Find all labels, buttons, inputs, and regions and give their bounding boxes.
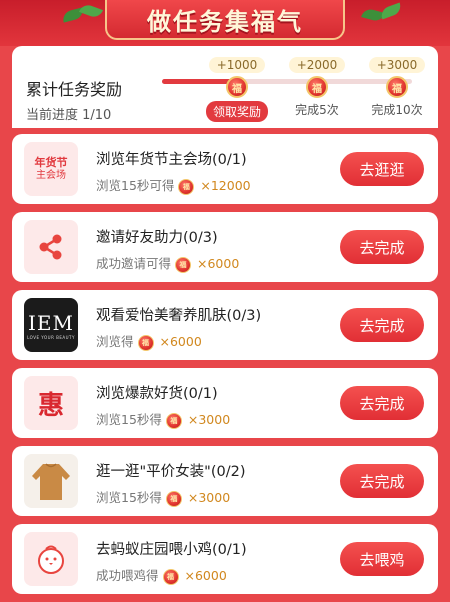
reward-text: 浏览得 <box>96 334 134 349</box>
sweater-image <box>24 454 78 508</box>
task-reward: 浏览得 福 ×6000 <box>96 331 202 351</box>
task-list: 年货节 主会场 浏览年货节主会场(0/1) 浏览15秒可得 福 ×12000 去… <box>12 134 438 602</box>
fu-coin-icon: 福 <box>137 334 154 351</box>
reward-amount: ×6000 <box>196 256 240 271</box>
milestone-2: +2000 福 完成5次 <box>282 54 352 118</box>
complete-button[interactable]: 去完成 <box>340 464 424 498</box>
browse-button[interactable]: 去逛逛 <box>340 152 424 186</box>
reward-amount: ×6000 <box>184 568 227 583</box>
task-title: 逛一逛"平价女装"(0/2) <box>96 464 246 480</box>
fu-coin-icon: 福 <box>386 76 408 98</box>
fu-coin-icon: 福 <box>175 256 191 273</box>
reward-amount: ×6000 <box>159 334 202 349</box>
reward-amount: ×3000 <box>187 412 231 427</box>
header-banner: 做任务集福气 <box>0 0 450 46</box>
complete-button[interactable]: 去完成 <box>340 230 424 264</box>
task-title: 浏览年货节主会场(0/1) <box>96 152 247 168</box>
progress-card: 累计任务奖励 当前进度 1/10 +1000 福 领取奖励 +2000 福 完成… <box>12 46 438 128</box>
festival-thumb: 年货节 主会场 <box>24 142 78 196</box>
task-title: 浏览爆款好货(0/1) <box>96 386 218 402</box>
complete-button[interactable]: 去完成 <box>340 386 424 420</box>
feed-chick-button[interactable]: 去喂鸡 <box>340 542 424 576</box>
task-title: 观看爱怡美奢养肌肤(0/3) <box>96 308 262 324</box>
complete-button[interactable]: 去完成 <box>340 308 424 342</box>
progress-count: 当前进度 1/10 <box>26 108 112 123</box>
reward-amount: ×3000 <box>187 490 231 505</box>
thumb-char: 惠 <box>37 390 64 421</box>
task-item: 邀请好友助力(0/3) 成功邀请可得 福 ×6000 去完成 <box>12 212 438 282</box>
leaf-decoration <box>378 2 404 20</box>
fu-coin-icon: 福 <box>165 490 182 507</box>
fu-coin-icon: 福 <box>306 76 328 98</box>
title-plaque: 做任务集福气 <box>105 0 345 40</box>
task-title: 去蚂蚁庄园喂小鸡(0/1) <box>96 542 247 558</box>
fu-coin-icon: 福 <box>226 76 248 98</box>
chick-icon <box>24 532 78 586</box>
thumb-text: 年货节 <box>34 156 68 169</box>
reward-text: 成功邀请可得 <box>96 256 172 271</box>
hui-icon: 惠 <box>24 376 78 430</box>
thumb-text: 主会场 <box>36 170 66 181</box>
progress-title: 累计任务奖励 <box>26 80 123 99</box>
task-item: 去蚂蚁庄园喂小鸡(0/1) 成功喂鸡得 福 ×6000 去喂鸡 <box>12 524 438 594</box>
milestone-reward: +2000 <box>288 57 346 73</box>
task-item: 逛一逛"平价女装"(0/2) 浏览15秒得 福 ×3000 去完成 <box>12 446 438 516</box>
reward-text: 成功喂鸡得 <box>96 568 159 583</box>
task-title: 邀请好友助力(0/3) <box>96 230 218 246</box>
milestone-reward: +3000 <box>368 57 426 73</box>
task-reward: 浏览15秒可得 福 ×12000 <box>96 175 251 195</box>
page-title: 做任务集福气 <box>147 7 303 36</box>
reward-amount: ×12000 <box>200 178 251 193</box>
milestone-3: +3000 福 完成10次 <box>362 54 432 118</box>
milestone-label: 完成5次 <box>295 103 339 117</box>
fu-coin-icon: 福 <box>165 412 182 429</box>
task-item: 惠 浏览爆款好货(0/1) 浏览15秒得 福 ×3000 去完成 <box>12 368 438 438</box>
task-reward: 浏览15秒得 福 ×3000 <box>96 409 230 429</box>
iem-logo: IEM LOVE YOUR BEAUTY <box>24 298 78 352</box>
logo-tagline: LOVE YOUR BEAUTY <box>27 334 75 340</box>
task-reward: 成功邀请可得 福 ×6000 <box>96 253 239 273</box>
task-item: IEM LOVE YOUR BEAUTY 观看爱怡美奢养肌肤(0/3) 浏览得 … <box>12 290 438 360</box>
reward-text: 浏览15秒可得 <box>96 178 175 193</box>
reward-text: 浏览15秒得 <box>96 412 162 427</box>
fu-coin-icon: 福 <box>162 568 179 585</box>
fu-coin-icon: 福 <box>178 178 195 195</box>
task-reward: 浏览15秒得 福 ×3000 <box>96 487 230 507</box>
milestone-reward: +1000 <box>208 57 266 73</box>
milestone-1[interactable]: +1000 福 领取奖励 <box>202 54 272 122</box>
claim-reward-button[interactable]: 领取奖励 <box>205 101 268 122</box>
share-icon <box>24 220 78 274</box>
milestone-label: 完成10次 <box>371 103 423 117</box>
logo-text: IEM <box>28 310 74 335</box>
leaf-decoration <box>78 2 104 20</box>
task-reward: 成功喂鸡得 福 ×6000 <box>96 565 227 585</box>
task-item: 年货节 主会场 浏览年货节主会场(0/1) 浏览15秒可得 福 ×12000 去… <box>12 134 438 204</box>
reward-text: 浏览15秒得 <box>96 490 162 505</box>
